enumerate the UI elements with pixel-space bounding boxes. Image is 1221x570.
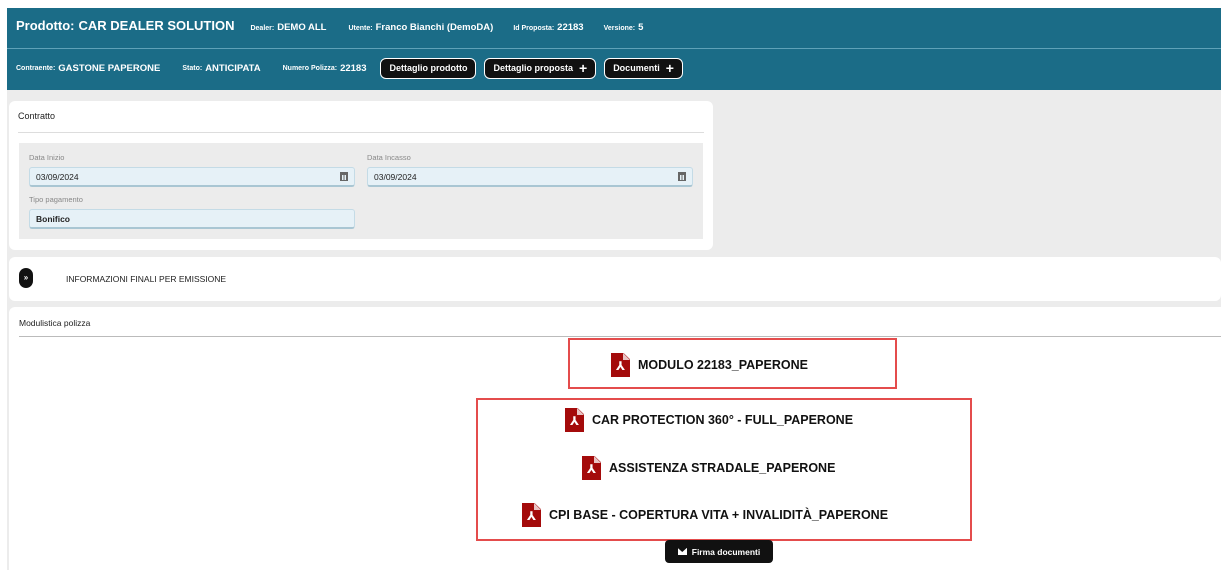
sign-documents-label: Firma documenti bbox=[691, 546, 761, 557]
chevron-double-down-icon[interactable]: » bbox=[19, 268, 33, 288]
dealer-value: DEMO ALL bbox=[277, 22, 327, 33]
header-bar: Prodotto: CAR DEALER SOLUTION Dealer: DE… bbox=[7, 8, 1221, 90]
collection-date-field[interactable]: 03/09/2024 bbox=[367, 167, 693, 187]
version-label: Versione: bbox=[603, 25, 636, 32]
start-date-value: 03/09/2024 bbox=[36, 171, 79, 182]
payment-type-value: Bonifico bbox=[36, 213, 70, 224]
pdf-icon: ⅄ bbox=[611, 353, 630, 377]
proposal-detail-button[interactable]: Dettaglio proposta + bbox=[484, 57, 597, 79]
document-name: MODULO 22183_PAPERONE bbox=[638, 358, 808, 372]
header-policy-row: Contraente: GASTONE PAPERONE Stato: ANTI… bbox=[16, 57, 683, 79]
contratto-title: Contratto bbox=[18, 111, 56, 121]
info-finali-card: » INFORMAZIONI FINALI PER EMISSIONE bbox=[9, 257, 1221, 301]
document-name: CAR PROTECTION 360° - FULL_PAPERONE bbox=[592, 413, 854, 427]
product-value: CAR DEALER SOLUTION bbox=[78, 18, 235, 33]
contratto-form: Data Inizio 03/09/2024 Data Incasso 03/0… bbox=[19, 143, 703, 239]
plus-icon: + bbox=[579, 60, 588, 76]
calendar-icon[interactable] bbox=[340, 172, 348, 181]
start-date-field[interactable]: 03/09/2024 bbox=[29, 167, 355, 187]
dealer-label: Dealer: bbox=[250, 25, 275, 32]
modulistica-title: Modulistica polizza bbox=[19, 318, 91, 328]
pdf-icon: ⅄ bbox=[565, 408, 584, 432]
proposal-id-value: 22183 bbox=[557, 22, 584, 33]
header-divider bbox=[7, 48, 1221, 49]
plus-icon: + bbox=[665, 60, 674, 76]
start-date-label: Data Inizio bbox=[29, 153, 65, 162]
divider bbox=[18, 132, 704, 133]
pdf-icon: ⅄ bbox=[582, 456, 601, 480]
document-link-cpi-base[interactable]: ⅄ CPI BASE - COPERTURA VITA + INVALIDITÀ… bbox=[522, 503, 888, 527]
document-link-assistenza[interactable]: ⅄ ASSISTENZA STRADALE_PAPERONE bbox=[582, 456, 835, 480]
contractor-label: Contraente: bbox=[16, 64, 56, 72]
contractor-value: GASTONE PAPERONE bbox=[58, 62, 161, 74]
document-link-modulo[interactable]: ⅄ MODULO 22183_PAPERONE bbox=[611, 353, 808, 377]
app-window: Prodotto: CAR DEALER SOLUTION Dealer: DE… bbox=[7, 8, 1221, 570]
info-finali-title: INFORMAZIONI FINALI PER EMISSIONE bbox=[66, 274, 227, 284]
divider bbox=[19, 336, 1221, 337]
document-name: ASSISTENZA STRADALE_PAPERONE bbox=[609, 461, 836, 475]
version-value: 5 bbox=[638, 22, 644, 33]
header-info-row: Prodotto: CAR DEALER SOLUTION Dealer: DE… bbox=[16, 18, 643, 36]
user-value: Franco Bianchi (DemoDA) bbox=[375, 22, 494, 33]
product-label: Prodotto: bbox=[16, 18, 75, 33]
policy-number-label: Numero Polizza: bbox=[282, 64, 338, 72]
pdf-icon: ⅄ bbox=[522, 503, 541, 527]
policy-number-value: 22183 bbox=[340, 62, 367, 74]
state-value: ANTICIPATA bbox=[205, 62, 261, 74]
sign-documents-button[interactable]: Firma documenti bbox=[665, 540, 773, 563]
documents-label: Documenti bbox=[613, 63, 660, 73]
product-detail-label: Dettaglio prodotto bbox=[389, 63, 468, 73]
proposal-id-label: Id Proposta: bbox=[513, 25, 555, 32]
proposal-detail-label: Dettaglio proposta bbox=[493, 63, 573, 73]
user-label: Utente: bbox=[348, 25, 373, 32]
contratto-card: Contratto Data Inizio 03/09/2024 Data In… bbox=[9, 101, 713, 250]
payment-type-field[interactable]: Bonifico bbox=[29, 209, 355, 229]
envelope-icon bbox=[677, 548, 687, 555]
collection-date-label: Data Incasso bbox=[367, 153, 411, 162]
document-link-car-protection[interactable]: ⅄ CAR PROTECTION 360° - FULL_PAPERONE bbox=[565, 408, 853, 432]
documents-button[interactable]: Documenti + bbox=[604, 57, 683, 79]
payment-type-label: Tipo pagamento bbox=[29, 195, 83, 204]
product-detail-button[interactable]: Dettaglio prodotto bbox=[380, 57, 477, 79]
calendar-icon[interactable] bbox=[678, 172, 686, 181]
modulistica-card: Modulistica polizza ⅄ MODULO 22183_PAPER… bbox=[9, 307, 1221, 570]
collection-date-value: 03/09/2024 bbox=[374, 171, 417, 182]
document-name: CPI BASE - COPERTURA VITA + INVALIDITÀ_P… bbox=[549, 508, 889, 522]
state-label: Stato: bbox=[182, 64, 203, 72]
